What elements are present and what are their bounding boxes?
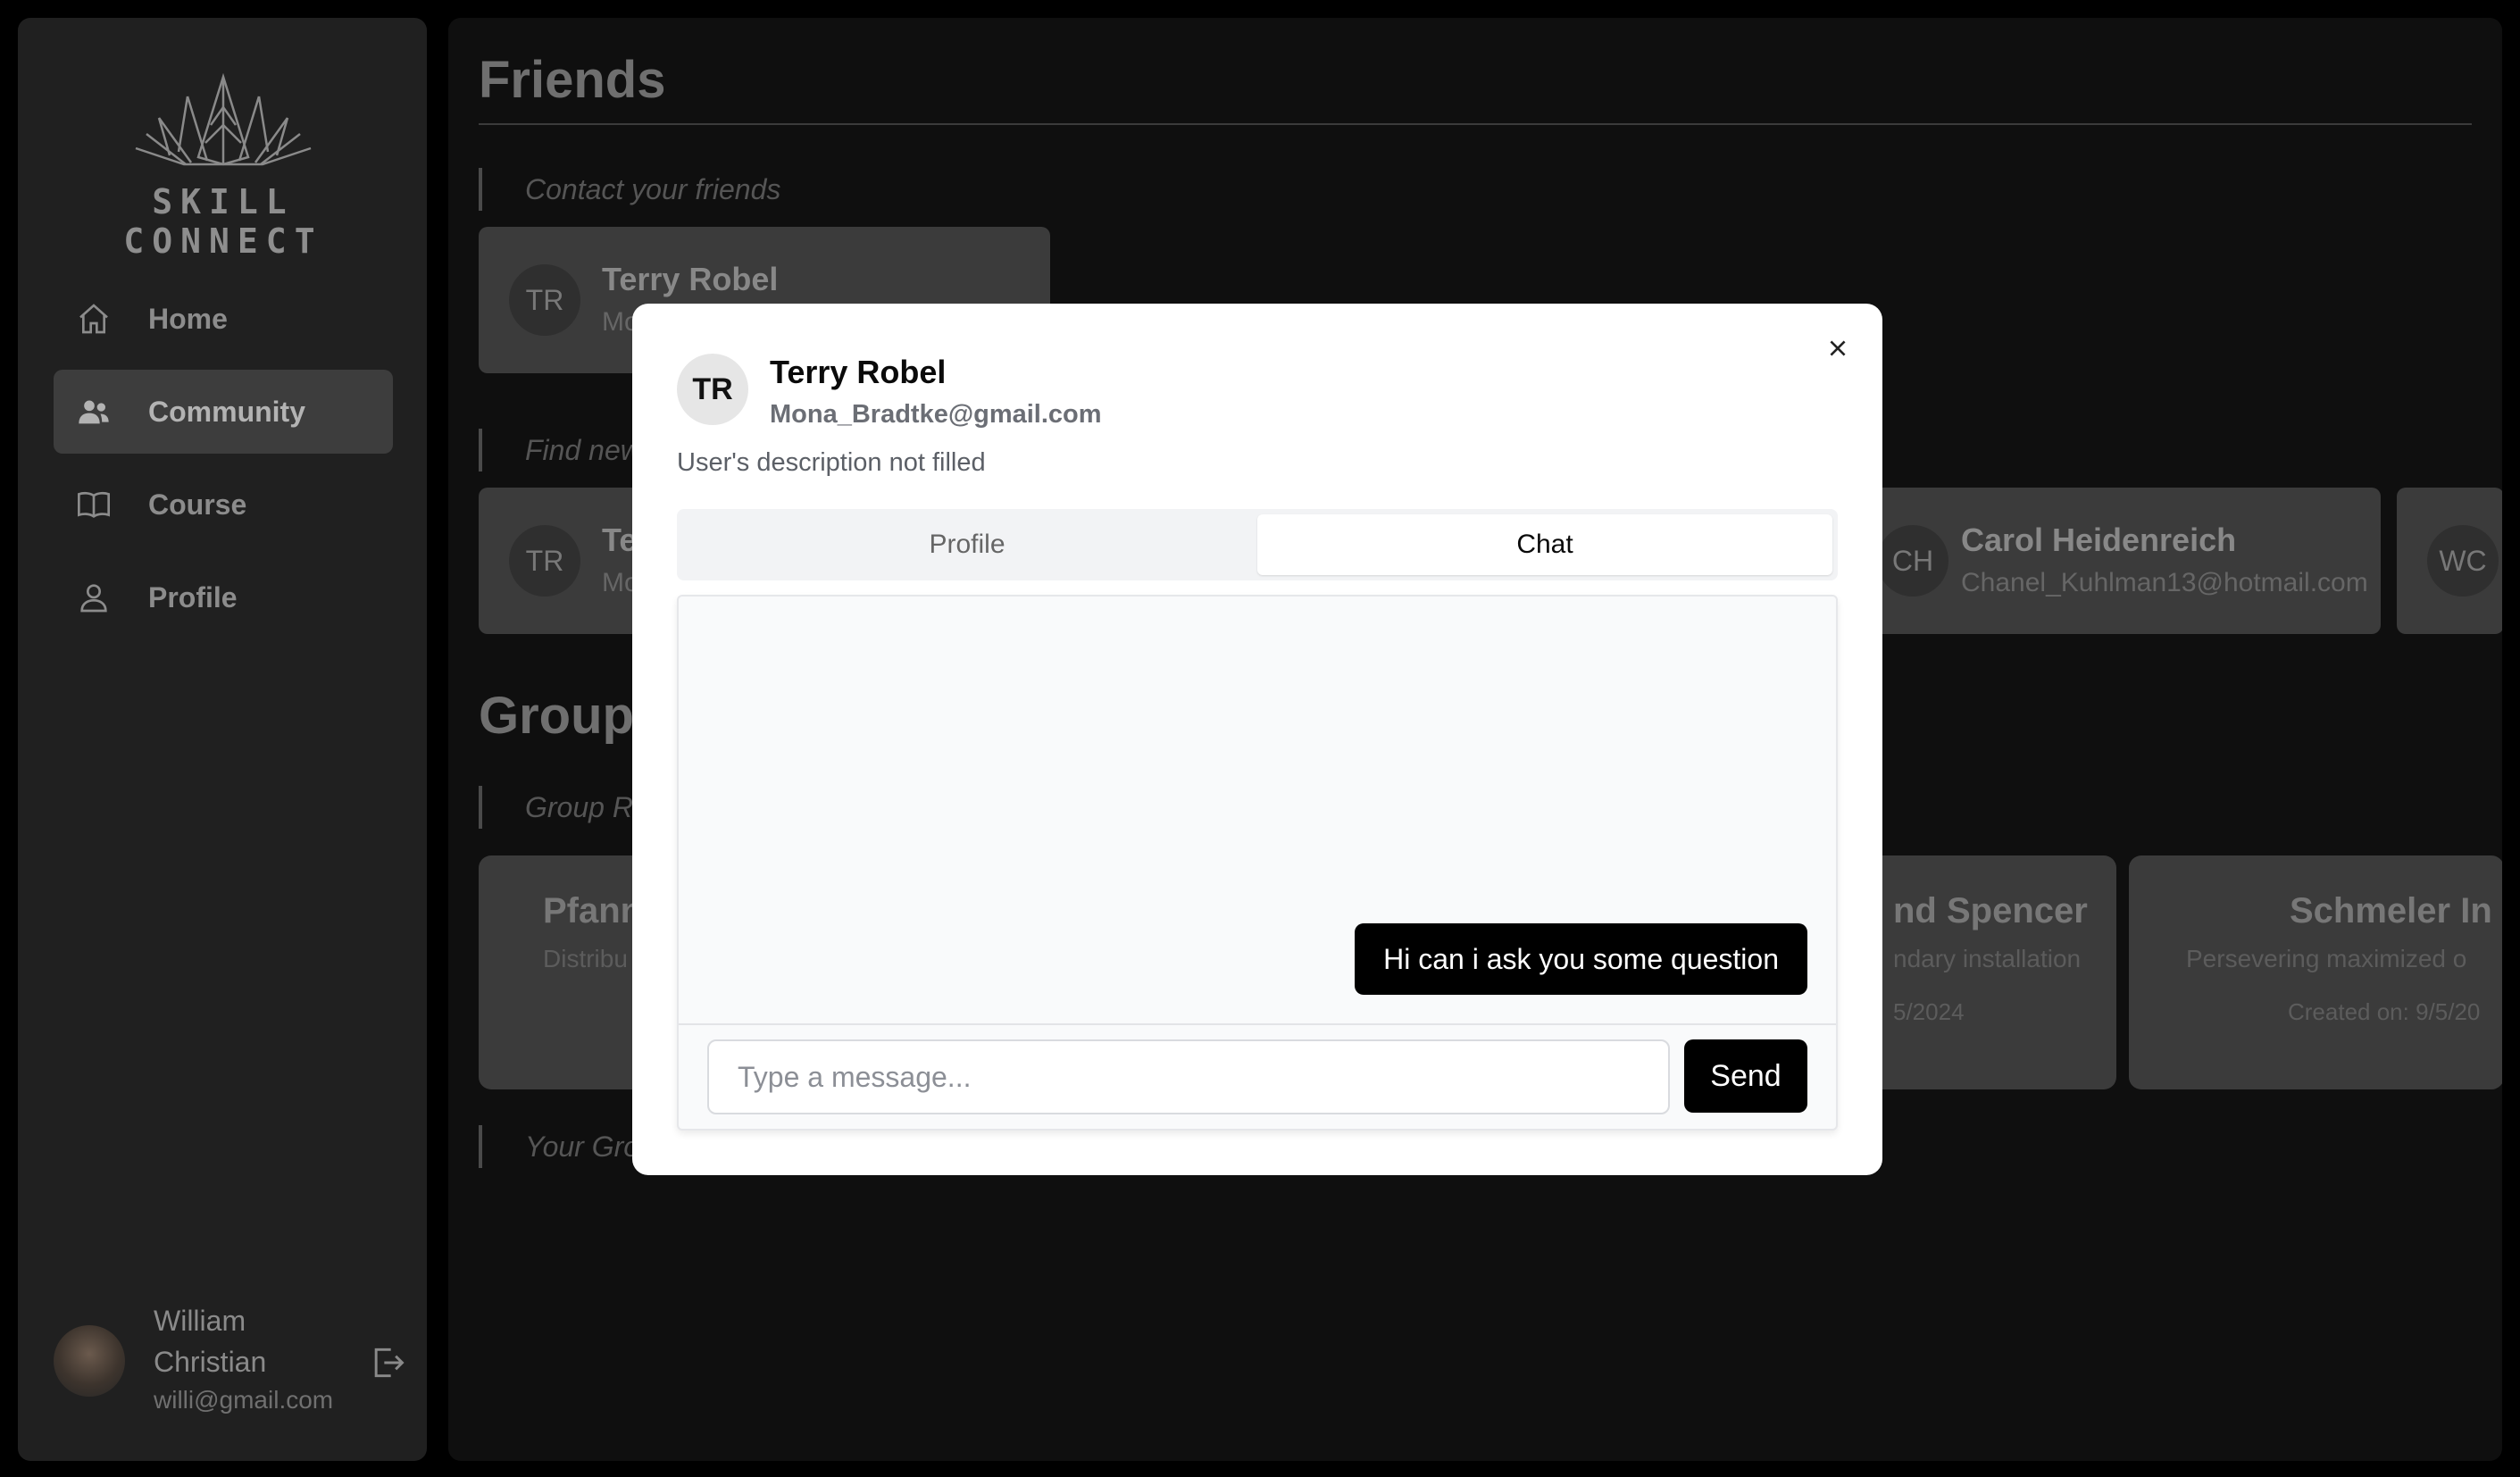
page-title: Friends	[479, 51, 666, 109]
suggestion-email: Chanel_Kuhlman13@hotmail.com	[1961, 568, 2368, 597]
sidebar-item-label: Home	[148, 302, 228, 335]
suggestion-card[interactable]: WC	[2397, 488, 2502, 634]
logout-icon[interactable]	[368, 1343, 407, 1382]
user-chat-modal: TR Terry Robel Mona_Bradtke@gmail.com Us…	[632, 304, 1882, 1175]
user-icon	[75, 579, 113, 616]
close-icon[interactable]	[1820, 330, 1856, 366]
chat-message-outgoing: Hi can i ask you some question	[1355, 923, 1807, 995]
app-logo[interactable]: SKILL CONNECT	[89, 71, 357, 261]
modal-user-name: Terry Robel	[770, 354, 947, 390]
avatar: TR	[677, 354, 748, 425]
message-input[interactable]	[707, 1039, 1670, 1114]
find-section-label: Find new	[479, 429, 641, 471]
current-user: William Christian willi@gmail.com	[54, 1300, 411, 1425]
modal-tabs: Profile Chat	[677, 509, 1838, 580]
sidebar-item-label: Course	[148, 488, 247, 521]
group-name: nd Spencer	[1893, 891, 2088, 930]
avatar: WC	[2427, 525, 2499, 597]
tab-chat[interactable]: Chat	[1257, 514, 1832, 575]
sidebar-item-community[interactable]: Community	[54, 370, 393, 454]
group-name: Pfann	[543, 891, 643, 930]
avatar: TR	[509, 525, 580, 597]
avatar: CH	[1877, 525, 1948, 597]
book-icon	[75, 486, 113, 523]
home-icon	[75, 300, 113, 338]
group-card[interactable]: Schmeler In Persevering maximized o Crea…	[2129, 855, 2502, 1089]
suggestion-name: Carol Heidenreich	[1961, 522, 2237, 558]
modal-user-description: User's description not filled	[677, 448, 986, 477]
send-button[interactable]: Send	[1684, 1039, 1807, 1113]
group-description: ndary installation	[1893, 945, 2082, 972]
sidebar-item-home[interactable]: Home	[54, 277, 393, 361]
logo-text: SKILL CONNECT	[123, 182, 323, 261]
group-name: Schmeler In	[2290, 891, 2492, 930]
sidebar-item-course[interactable]: Course	[54, 463, 393, 547]
sidebar-item-label: Profile	[148, 580, 238, 613]
sidebar: SKILL CONNECT Home Community Course Prof…	[18, 18, 427, 1461]
user-email: willi@gmail.com	[154, 1386, 334, 1414]
sidebar-item-label: Community	[148, 395, 305, 428]
suggestion-card[interactable]: CH Carol Heidenreich Chanel_Kuhlman13@ho…	[1850, 488, 2381, 634]
avatar: TR	[509, 264, 580, 336]
users-icon	[75, 393, 113, 430]
group-description: Persevering maximized o	[2186, 945, 2467, 972]
group-recommendation-label: Group R	[479, 786, 633, 829]
your-groups-label: Your Gro	[479, 1125, 639, 1168]
group-description: Distribu	[543, 945, 628, 972]
modal-user-email: Mona_Bradtke@gmail.com	[770, 400, 1102, 429]
group-created-date: Created on: 9/5/20	[2288, 998, 2481, 1025]
friend-name: Terry Robel	[602, 261, 779, 297]
avatar[interactable]	[54, 1325, 125, 1397]
lotus-logo-icon	[135, 72, 312, 166]
chat-panel: Hi can i ask you some question Send	[677, 595, 1838, 1131]
sidebar-item-profile[interactable]: Profile	[54, 555, 393, 639]
tab-profile[interactable]: Profile	[682, 514, 1252, 575]
contact-section-label: Contact your friends	[479, 168, 780, 211]
chat-composer: Send	[679, 1023, 1836, 1131]
group-created-date: 5/2024	[1893, 998, 1965, 1025]
sidebar-nav: Home Community Course Profile	[54, 277, 393, 648]
user-name: William Christian	[154, 1305, 267, 1378]
title-divider	[479, 123, 2472, 125]
